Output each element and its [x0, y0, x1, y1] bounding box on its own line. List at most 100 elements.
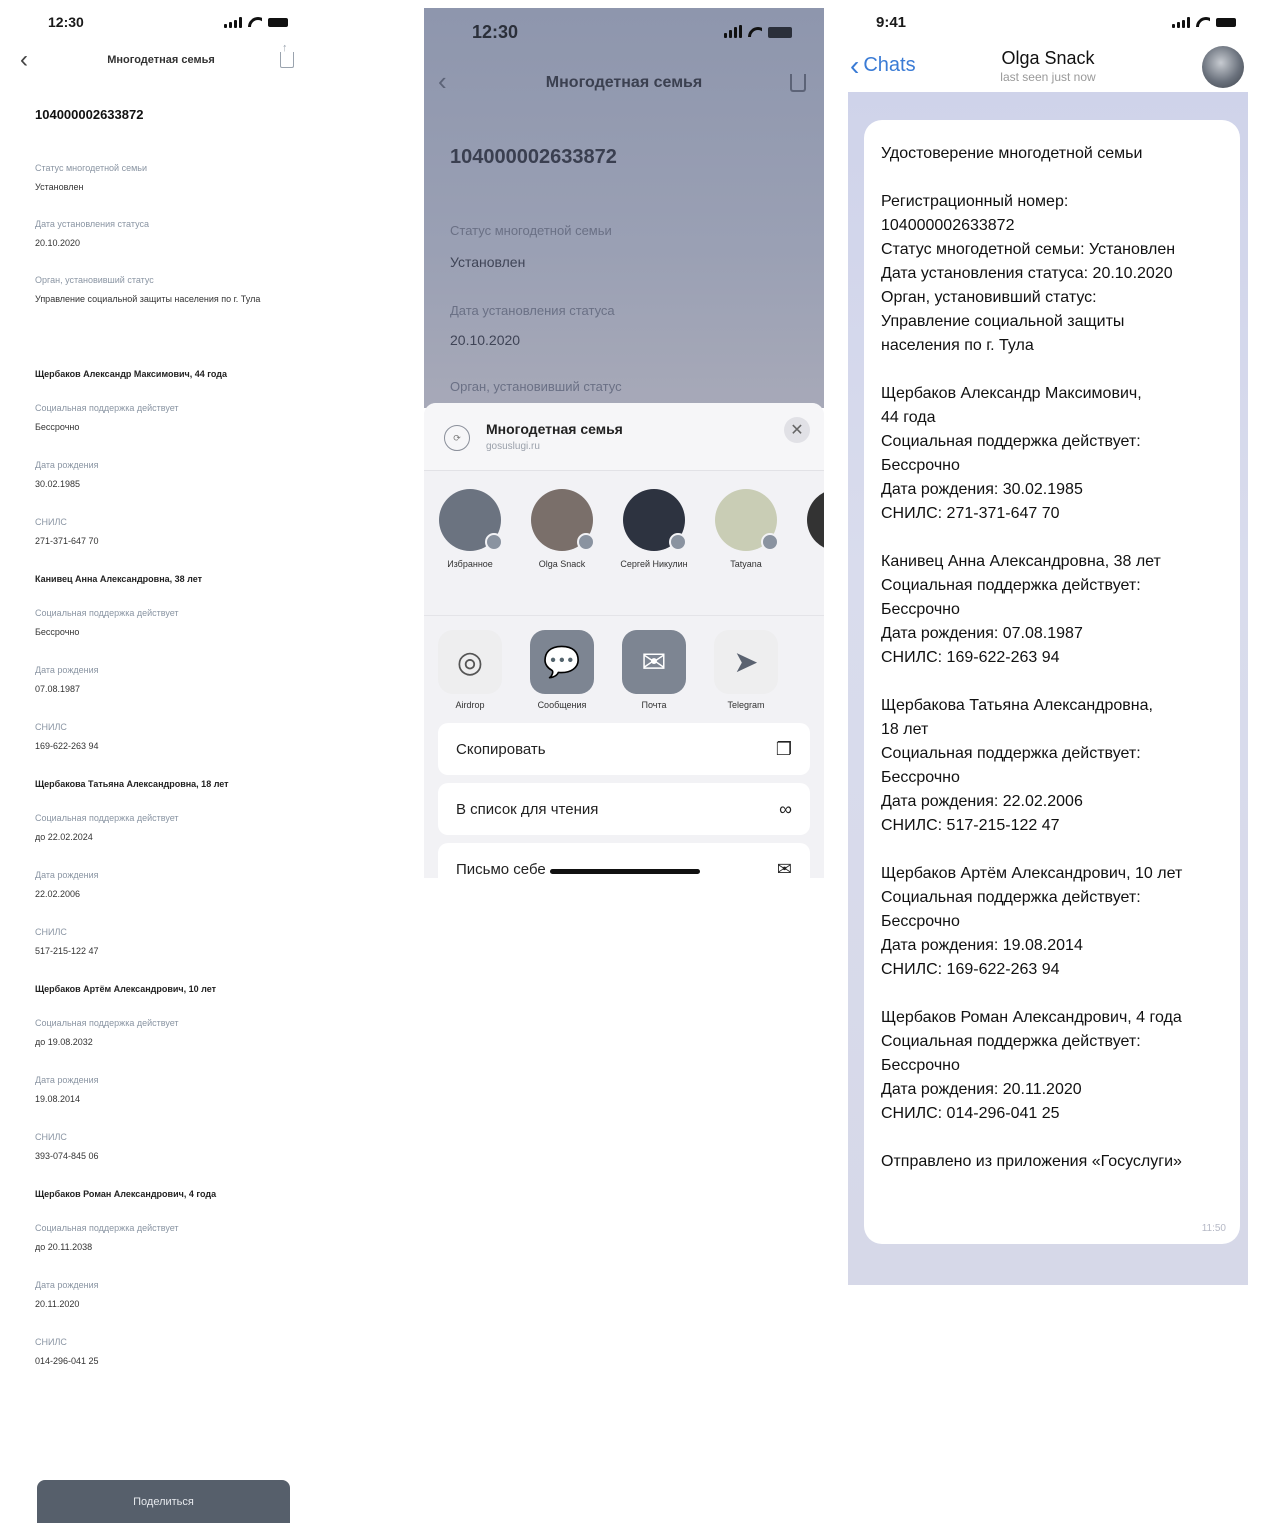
message-line: СНИЛС: 169-622-263 94: [881, 649, 1060, 666]
battery-icon: [768, 26, 792, 38]
share-icon[interactable]: [790, 74, 806, 92]
registration-number: 104000002633872: [35, 107, 144, 122]
share-app[interactable]: ✉ Почта: [608, 630, 700, 710]
signal-icon: [724, 24, 742, 38]
app-badge-icon: [669, 533, 687, 551]
share-contact[interactable]: Tatyana: [700, 489, 792, 570]
contact-avatar: [439, 489, 503, 551]
status-bar: 9:41: [876, 0, 1236, 44]
share-actions-list: Скопировать ❐ В список для чтения ∞ Письмо с…: [438, 723, 810, 878]
action-icon: ❐: [775, 738, 792, 759]
nav-bar: ‹ Многодетная семья: [0, 42, 330, 78]
message-line: Социальная поддержка действует:: [881, 433, 1141, 450]
share-sheet-screen: 12:30 ‹ Многодетная семья 10400000263387…: [424, 8, 824, 878]
message-line: Отправлено из приложения «Госуслуги»: [881, 1153, 1182, 1170]
date-label: Дата установления статуса: [450, 303, 615, 318]
member-field: Дата рождения 20.11.2020: [35, 1279, 325, 1311]
contact-avatar: [531, 489, 595, 551]
registration-number: 104000002633872: [450, 146, 617, 168]
share-apps-row: ◎ Airdrop 💬 Сообщения ✉ Почта ➤ Telegram: [424, 615, 824, 715]
message-line: 104000002633872: [881, 217, 1015, 234]
member-block: Щербаков Роман Александрович, 4 года Соци…: [35, 1188, 325, 1368]
contact-label: Olga Snack: [538, 559, 586, 569]
message-gap: [881, 166, 1224, 190]
member-field: СНИЛС 014-296-041 25: [35, 1336, 325, 1368]
member-field: Социальная поддержка действует Бессрочно: [35, 607, 325, 639]
message-gap: [881, 838, 1224, 862]
member-field: Дата рождения 07.08.1987: [35, 664, 325, 696]
message-line: Управление социальной защиты: [881, 313, 1125, 330]
gosuslugi-logo-icon: ⟳: [444, 425, 470, 451]
message-line: Социальная поддержка действует:: [881, 1033, 1141, 1050]
status-time: 9:41: [876, 13, 907, 31]
field-value: Бессрочно: [35, 422, 80, 432]
contact-label: Tatyana: [730, 559, 762, 569]
member-field: СНИЛС 393-074-845 06: [35, 1131, 325, 1163]
message-bubble[interactable]: Удостоверение многодетной семьи Регистрац…: [864, 120, 1240, 1244]
member-block: Канивец Анна Александровна, 38 лет Социал…: [35, 573, 325, 753]
close-button[interactable]: ✕: [784, 417, 810, 443]
field-label: Социальная поддержка действует: [35, 608, 179, 618]
share-app[interactable]: ◎ Airdrop: [424, 630, 516, 710]
field-label: СНИЛС: [35, 1132, 67, 1142]
chat-header: ‹ Chats Olga Snack last seen just now: [848, 40, 1248, 92]
share-contact[interactable]: Избранное: [424, 489, 516, 570]
share-app[interactable]: 💬 Сообщения: [516, 630, 608, 710]
share-title: Многодетная семья: [486, 421, 623, 437]
field-value: до 22.02.2024: [35, 832, 93, 842]
status-time: 12:30: [48, 14, 84, 30]
status-bar: 12:30: [48, 0, 288, 44]
member-field: Дата рождения 22.02.2006: [35, 869, 325, 901]
message-time: 11:50: [1201, 1223, 1226, 1234]
field-value: Управление социальной защиты населения п…: [35, 294, 261, 304]
member-field: СНИЛС 169-622-263 94: [35, 721, 325, 753]
field-value: 169-622-263 94: [35, 741, 99, 751]
message-line: населения по г. Тула: [881, 337, 1034, 354]
share-contact[interactable]: Olga Snack: [516, 489, 608, 570]
contact-avatar[interactable]: [1202, 46, 1244, 88]
message-line: СНИЛС: 517-215-122 47: [881, 817, 1060, 834]
message-line: Социальная поддержка действует:: [881, 745, 1141, 762]
message-gap: [881, 526, 1224, 550]
message-line: Бессрочно: [881, 769, 960, 786]
field-value: до 19.08.2032: [35, 1037, 93, 1047]
field-value: 22.02.2006: [35, 889, 81, 899]
message-line: Социальная поддержка действует:: [881, 889, 1141, 906]
message-gap: [881, 358, 1224, 382]
message-line: 44 года: [881, 409, 936, 426]
field-label: СНИЛС: [35, 517, 67, 527]
home-indicator: [550, 869, 700, 874]
app-label: Telegram: [727, 700, 765, 710]
share-action[interactable]: Скопировать ❐: [438, 723, 810, 775]
message-line: Орган, установивший статус:: [881, 289, 1097, 306]
share-icon[interactable]: [280, 42, 294, 68]
share-action[interactable]: В список для чтения ∞: [438, 783, 810, 835]
field-label: Дата установления статуса: [35, 219, 149, 229]
share-button[interactable]: Поделиться: [37, 1480, 290, 1523]
message-gap: [881, 1126, 1224, 1150]
share-contact[interactable]: Сергей Никулин: [608, 489, 700, 570]
share-app[interactable]: ➤ Telegram: [700, 630, 792, 710]
contact-label: Избранное: [447, 559, 493, 569]
last-seen: last seen just now: [1000, 70, 1096, 84]
field-label: Социальная поддержка действует: [35, 1223, 179, 1233]
field-label: Дата рождения: [35, 1075, 99, 1085]
contact-avatar: [623, 489, 687, 551]
member-field: Социальная поддержка действует до 22.02.2…: [35, 812, 325, 844]
member-field: СНИЛС 271-371-647 70: [35, 516, 325, 548]
field-label: Дата рождения: [35, 460, 99, 470]
member-block: Щербаков Артём Александрович, 10 лет Соци…: [35, 983, 325, 1163]
organ-label: Орган, установивший статус: [450, 379, 622, 394]
message-line: Щербаков Александр Максимович,: [881, 385, 1142, 402]
share-contact[interactable]: K: [792, 489, 824, 570]
battery-icon: [268, 17, 288, 27]
field-value: 393-074-845 06: [35, 1151, 99, 1161]
member-field: СНИЛС 517-215-122 47: [35, 926, 325, 958]
field-label: Статус многодетной семьи: [35, 163, 147, 173]
member-field: Дата рождения 19.08.2014: [35, 1074, 325, 1106]
message-line: СНИЛС: 169-622-263 94: [881, 961, 1060, 978]
field-label: Социальная поддержка действует: [35, 813, 179, 823]
contact-label: Сергей Никулин: [620, 559, 688, 569]
status-value: Установлен: [450, 254, 526, 270]
mail-icon: ✉: [622, 630, 686, 694]
